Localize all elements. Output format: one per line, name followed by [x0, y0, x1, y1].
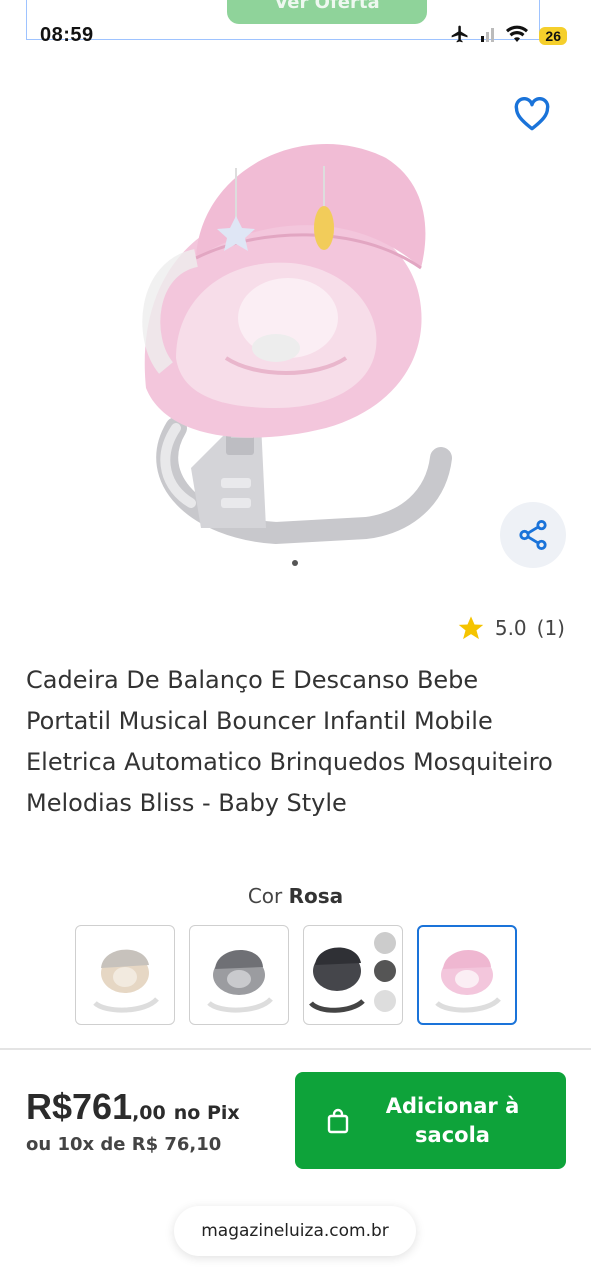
price-method: no Pix	[173, 1102, 240, 1124]
browser-url-bar[interactable]: magazineluiza.com.br	[174, 1206, 416, 1256]
price-integer: R$761	[26, 1086, 133, 1127]
price-cents: ,00	[132, 1102, 166, 1124]
add-to-bag-label: Adicionar à sacola	[351, 1092, 566, 1150]
variant-preto[interactable]	[303, 925, 403, 1025]
price-main: R$761 ,00 no Pix	[26, 1086, 240, 1128]
star-icon	[458, 616, 484, 640]
wifi-icon	[505, 25, 529, 47]
color-label: Cor Rosa	[0, 884, 591, 908]
variant-image	[309, 932, 396, 1013]
share-icon	[519, 519, 547, 551]
product-title: Cadeira De Balanço E Descanso Bebe Porta…	[26, 666, 553, 817]
variant-bege[interactable]	[75, 925, 175, 1025]
url-text: magazineluiza.com.br	[201, 1221, 389, 1241]
color-variants	[75, 925, 517, 1025]
product-gallery[interactable]: 5 de 5	[26, 58, 566, 588]
divider	[0, 1048, 591, 1050]
signal-icon	[481, 26, 495, 46]
add-to-bag-line2: sacola	[415, 1122, 490, 1147]
image-counter: 5 de 5	[256, 96, 320, 120]
variant-image	[207, 949, 273, 1013]
product-page: Ver Oferta 08:59 26 5 de 5 5.0 (1) Cadei…	[0, 0, 591, 1280]
variant-image	[435, 949, 501, 1013]
heart-outline-icon	[514, 97, 550, 131]
color-label-text: Cor	[247, 884, 283, 908]
add-to-bag-line1: Adicionar à	[385, 1093, 520, 1118]
status-bar: Ver Oferta 08:59 26	[0, 0, 591, 52]
battery-indicator: 26	[539, 27, 567, 45]
gallery-dot	[292, 560, 298, 566]
installments-text: ou 10x de R$ 76,10	[26, 1134, 222, 1155]
color-selected-value: Rosa	[288, 884, 344, 908]
rating[interactable]: 5.0 (1)	[457, 614, 565, 642]
price-block: R$761 ,00 no Pix ou 10x de R$ 76,10	[26, 1086, 240, 1155]
shopping-bag-icon	[325, 1106, 351, 1136]
add-to-bag-button[interactable]: Adicionar à sacola	[295, 1072, 566, 1169]
product-image	[142, 144, 452, 545]
variant-cinza[interactable]	[189, 925, 289, 1025]
status-time: 08:59	[40, 24, 94, 46]
variant-rosa[interactable]	[417, 925, 517, 1025]
rating-count: (1)	[536, 616, 565, 640]
status-icons: 26	[449, 24, 567, 48]
variant-image	[93, 949, 159, 1013]
share-button[interactable]	[500, 502, 566, 568]
favorite-button[interactable]	[506, 88, 558, 140]
rating-score: 5.0	[494, 616, 527, 640]
airplane-icon	[449, 24, 471, 48]
